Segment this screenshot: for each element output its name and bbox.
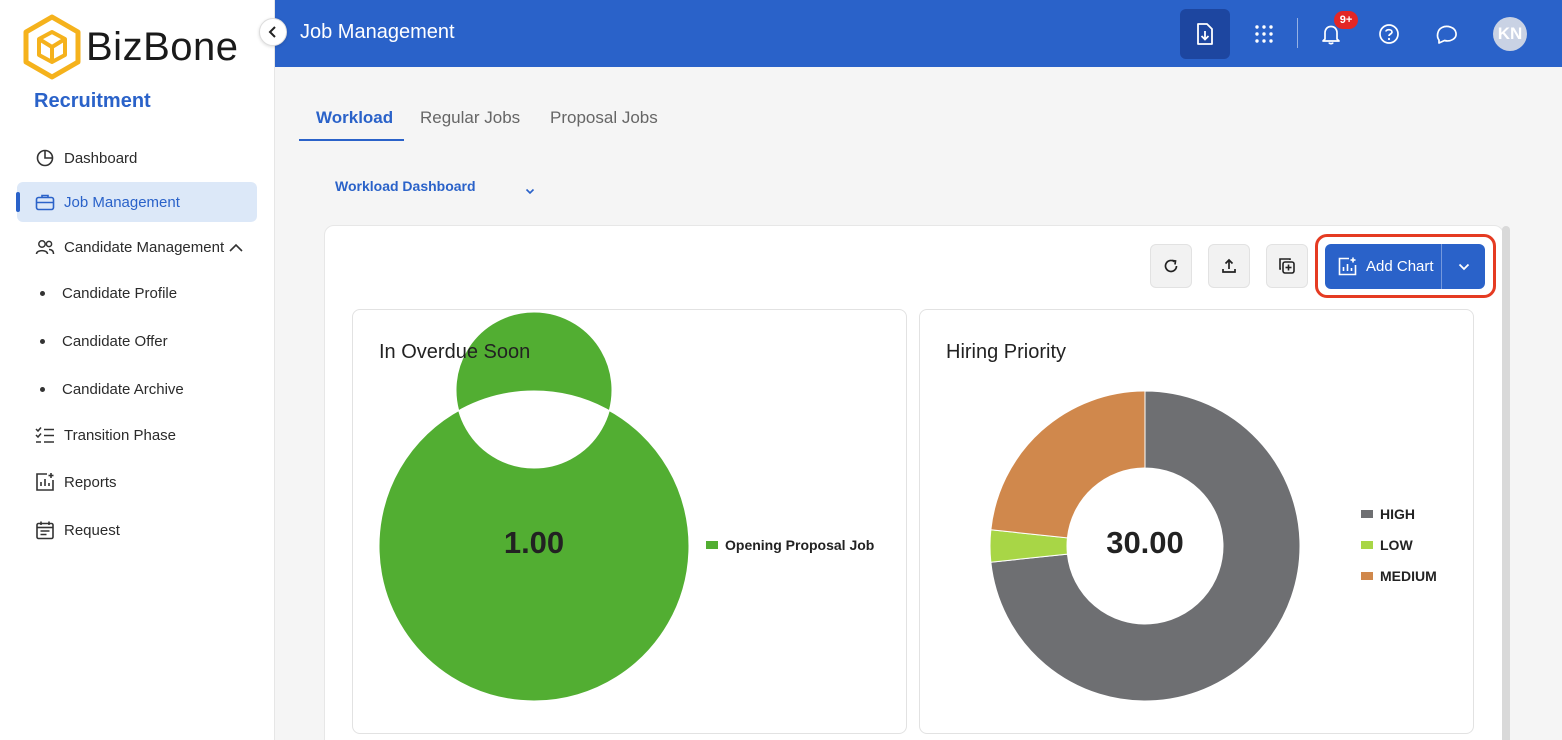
calendar-icon [34, 519, 56, 541]
sidebar-item-label: Transition Phase [64, 426, 177, 444]
active-indicator [16, 192, 20, 212]
legend-swatch [1361, 540, 1373, 549]
sidebar-item-label: Dashboard [64, 149, 138, 167]
brand-name: BizBone [86, 24, 239, 69]
legend-item-low[interactable]: LOW [1361, 529, 1437, 560]
top-header: Job Management 9+ KN [275, 0, 1562, 67]
sidebar-item-label: Candidate Offer [62, 333, 168, 350]
chart-legend: Opening Proposal Job [706, 529, 874, 560]
refresh-icon [1164, 259, 1178, 273]
highlight-annotation [1315, 234, 1496, 298]
chevron-up-icon[interactable] [229, 239, 243, 256]
chat-button[interactable] [1422, 9, 1472, 59]
grid-icon [1255, 25, 1273, 43]
dashboard-select[interactable]: Workload Dashboard [335, 178, 476, 194]
bullet-icon [40, 339, 45, 344]
active-tab-indicator [299, 139, 404, 141]
legend-item-opening-proposal-job[interactable]: Opening Proposal Job [706, 529, 874, 560]
sidebar-subitem-candidate-archive[interactable]: Candidate Archive [40, 381, 184, 398]
legend-item-high[interactable]: HIGH [1361, 498, 1437, 529]
chart-title: Hiring Priority [946, 341, 1067, 363]
collapse-sidebar-button[interactable] [259, 18, 287, 46]
users-icon [34, 236, 56, 258]
legend-label: Opening Proposal Job [725, 536, 875, 553]
chart-center-value: 1.00 [503, 525, 565, 560]
sidebar-item-label: Candidate Management [64, 238, 225, 256]
header-divider [1297, 18, 1298, 48]
duplicate-button[interactable] [1266, 244, 1308, 288]
download-document-button[interactable] [1180, 9, 1230, 59]
legend-swatch [1361, 571, 1373, 580]
briefcase-icon [34, 191, 56, 213]
sidebar-item-label: Job Management [64, 193, 180, 211]
tab-workload[interactable]: Workload [316, 108, 393, 128]
sidebar-item-candidate-management[interactable]: Candidate Management [17, 227, 257, 267]
sidebar-subitem-candidate-profile[interactable]: Candidate Profile [40, 285, 177, 302]
help-icon [1379, 24, 1399, 44]
file-download-icon [1197, 23, 1213, 45]
bizbone-logo[interactable]: BizBone [22, 14, 238, 80]
upload-icon [1222, 258, 1236, 273]
sidebar-item-label: Reports [64, 473, 117, 491]
slice-opening-proposal-job[interactable] [378, 311, 690, 702]
sidebar-item-label: Request [64, 521, 120, 539]
scrollbar[interactable] [1502, 226, 1510, 740]
report-chart-icon [34, 471, 56, 493]
help-button[interactable] [1364, 9, 1414, 59]
notification-badge: 9+ [1334, 11, 1358, 29]
copy-plus-icon [1279, 258, 1295, 274]
cube-logo-icon [23, 14, 81, 80]
sidebar-item-label: Candidate Archive [62, 381, 184, 398]
sidebar: BizBone Recruitment Dashboard Job Manage… [0, 0, 275, 740]
slice-medium[interactable] [990, 390, 1146, 539]
chat-bubble-icon [1436, 25, 1457, 44]
bullet-icon [40, 387, 45, 392]
chevron-left-icon [268, 26, 276, 38]
tab-proposal-jobs[interactable]: Proposal Jobs [550, 108, 658, 128]
checklist-icon [34, 424, 56, 446]
pie-chart-icon [34, 147, 56, 169]
legend-swatch [706, 540, 718, 549]
tab-regular-jobs[interactable]: Regular Jobs [420, 108, 520, 128]
apps-grid-button[interactable] [1239, 9, 1289, 59]
legend-swatch [1361, 509, 1373, 518]
legend-label: LOW [1380, 536, 1413, 553]
sidebar-item-transition-phase[interactable]: Transition Phase [17, 415, 257, 455]
bullet-icon [40, 291, 45, 296]
sidebar-item-request[interactable]: Request [17, 510, 257, 550]
in-overdue-soon-chart [378, 311, 690, 702]
refresh-button[interactable] [1150, 244, 1192, 288]
user-avatar[interactable]: KN [1493, 17, 1527, 51]
chart-card-hiring-priority: Hiring Priority 30.00 HIGH LOW MEDIUM [919, 309, 1474, 734]
sidebar-subitem-candidate-offer[interactable]: Candidate Offer [40, 333, 168, 350]
sidebar-item-reports[interactable]: Reports [17, 462, 257, 502]
chart-title: In Overdue Soon [379, 341, 531, 363]
chart-center-value: 30.00 [1106, 525, 1184, 560]
page-title: Job Management [300, 21, 455, 43]
module-title: Recruitment [34, 90, 151, 112]
chevron-down-icon[interactable] [525, 182, 535, 200]
notifications-button[interactable]: 9+ [1306, 9, 1358, 59]
legend-label: MEDIUM [1380, 567, 1437, 584]
sidebar-item-label: Candidate Profile [62, 285, 178, 302]
upload-button[interactable] [1208, 244, 1250, 288]
sidebar-item-dashboard[interactable]: Dashboard [17, 138, 257, 178]
chart-legend: HIGH LOW MEDIUM [1361, 498, 1437, 591]
legend-label: HIGH [1380, 505, 1415, 522]
sidebar-item-job-management[interactable]: Job Management [16, 182, 257, 222]
legend-item-medium[interactable]: MEDIUM [1361, 560, 1437, 591]
chart-card-in-overdue-soon: In Overdue Soon 1.00 Opening Proposal Jo… [352, 309, 907, 734]
